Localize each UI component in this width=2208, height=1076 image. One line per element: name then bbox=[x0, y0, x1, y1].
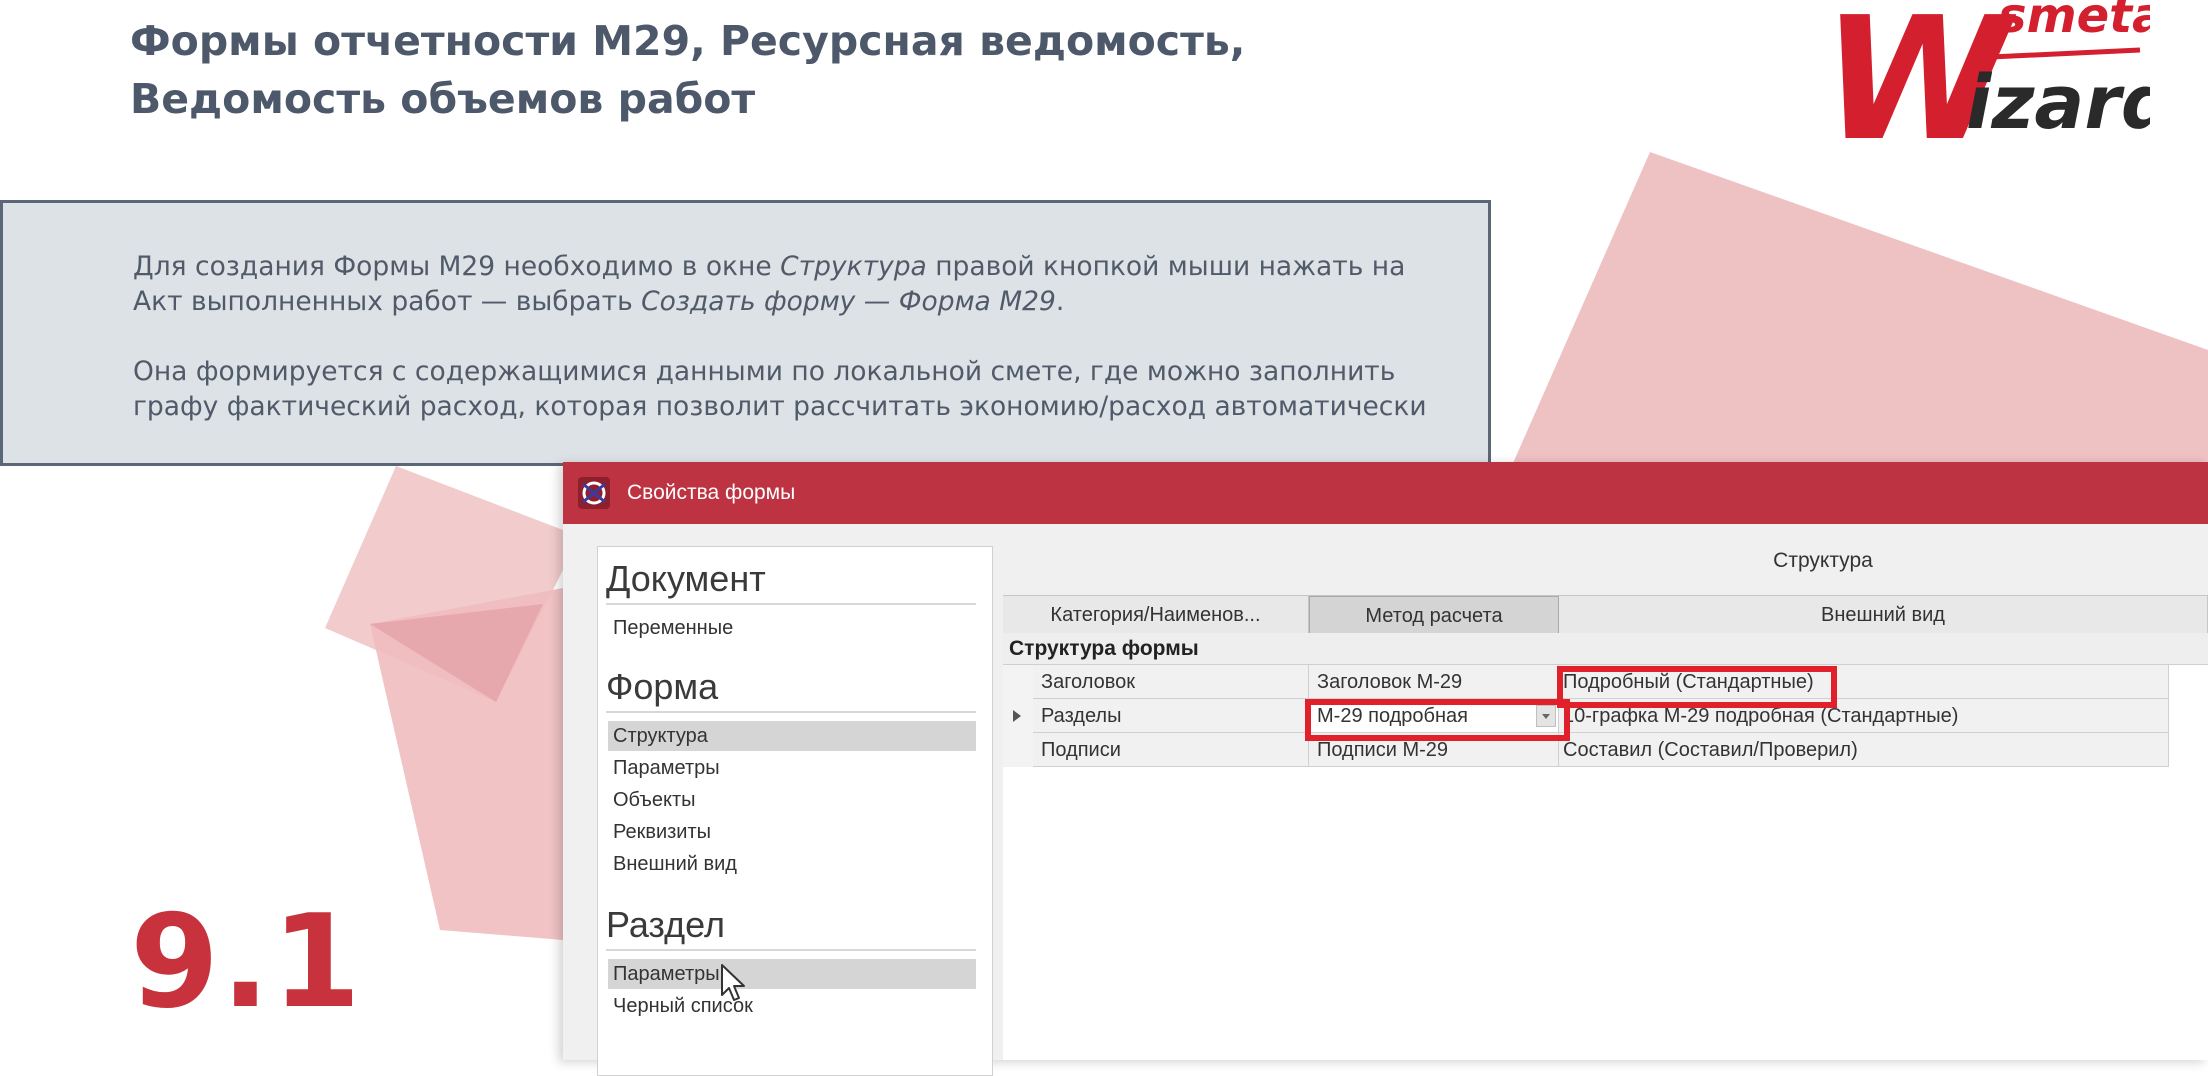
smeta-wizard-logo: W smeta izard bbox=[1820, 0, 2150, 150]
nav-item-section-parameters[interactable]: Параметры bbox=[608, 959, 976, 989]
row-pointer-icon bbox=[1013, 710, 1021, 722]
cell-view[interactable]: Составил (Составил/Проверил) bbox=[1559, 733, 2169, 767]
cell-method-dropdown[interactable]: М-29 подробная bbox=[1309, 699, 1559, 733]
column-tabs: Категория/Наименов... Метод расчета Внеш… bbox=[1003, 595, 2208, 635]
nav-panel: Документ Переменные Форма Структура Пара… bbox=[597, 546, 993, 1076]
cell-method[interactable]: Заголовок М-29 bbox=[1309, 665, 1559, 699]
info-text: Для создания Формы М29 необходимо в окне bbox=[133, 251, 781, 282]
form-properties-window: Свойства формы Документ Переменные Форма… bbox=[563, 462, 2208, 1076]
cell-name[interactable]: Подписи bbox=[1033, 733, 1309, 767]
cell-view[interactable]: 10-графка М-29 подробная (Стандартные) bbox=[1559, 699, 2169, 733]
row-indicator[interactable] bbox=[1003, 699, 1034, 733]
nav-item-variables[interactable]: Переменные bbox=[608, 613, 976, 643]
row-indicator[interactable] bbox=[1003, 665, 1034, 699]
tab-appearance[interactable]: Внешний вид bbox=[1559, 596, 2208, 634]
tab-category-name[interactable]: Категория/Наименов... bbox=[1003, 596, 1309, 634]
row-indicator[interactable] bbox=[1003, 733, 1034, 767]
info-emphasis: Создать форму — Форма М29 bbox=[641, 286, 1056, 317]
logo-word-bottom: izard bbox=[1966, 60, 2150, 146]
info-text: . bbox=[1055, 286, 1065, 317]
info-text: Акт выполненных работ — выбрать bbox=[133, 286, 642, 317]
slide-title-line-1: Формы отчетности М29, Ресурсная ведомост… bbox=[130, 17, 1246, 65]
logo-word-top: smeta bbox=[1998, 0, 2150, 44]
tab-calculation-method[interactable]: Метод расчета bbox=[1309, 596, 1559, 634]
nav-item-appearance[interactable]: Внешний вид bbox=[608, 849, 976, 879]
info-paragraph-1: Для создания Формы М29 необходимо в окне… bbox=[133, 249, 1473, 319]
cell-method-value: М-29 подробная bbox=[1317, 705, 1469, 727]
content-title: Структура bbox=[1773, 549, 1873, 572]
info-text: правой кнопкой мыши нажать на bbox=[926, 251, 1406, 282]
slide-title: Формы отчетности М29, Ресурсная ведомост… bbox=[130, 12, 1245, 128]
table-row[interactable]: Подписи Подписи М-29 Составил (Составил/… bbox=[1003, 733, 2208, 767]
cell-name[interactable]: Заголовок bbox=[1033, 665, 1309, 699]
window-title: Свойства формы bbox=[627, 481, 796, 504]
nav-item-blacklist[interactable]: Черный список bbox=[608, 991, 976, 1021]
window-titlebar[interactable]: Свойства формы bbox=[563, 462, 2208, 524]
cell-name[interactable]: Разделы bbox=[1033, 699, 1309, 733]
nav-header-form: Форма bbox=[606, 665, 976, 713]
info-text: Она формируется с содержащимися данными … bbox=[133, 356, 1396, 387]
nav-header-document: Документ bbox=[606, 557, 976, 605]
nav-item-parameters[interactable]: Параметры bbox=[608, 753, 976, 783]
nav-header-section: Раздел bbox=[606, 903, 976, 951]
window-app-icon bbox=[578, 477, 610, 509]
slide-title-line-2: Ведомость объемов работ bbox=[130, 75, 756, 123]
info-box: Для создания Формы М29 необходимо в окне… bbox=[0, 200, 1491, 466]
info-emphasis: Структура bbox=[780, 251, 927, 282]
mouse-cursor-icon bbox=[721, 964, 745, 1001]
nav-item-requisites[interactable]: Реквизиты bbox=[608, 817, 976, 847]
structure-grid: Структура формы Заголовок Заголовок М-29… bbox=[1003, 633, 2208, 1060]
group-row-form-structure[interactable]: Структура формы bbox=[1003, 633, 2208, 665]
info-text: графу фактический расход, которая позвол… bbox=[133, 391, 1427, 422]
nav-item-structure[interactable]: Структура bbox=[608, 721, 976, 751]
cell-method[interactable]: Подписи М-29 bbox=[1309, 733, 1559, 767]
table-row[interactable]: Разделы М-29 подробная 10-графка М-29 по… bbox=[1003, 699, 2208, 733]
section-number: 9.1 bbox=[130, 888, 363, 1037]
table-row[interactable]: Заголовок Заголовок М-29 Подробный (Стан… bbox=[1003, 665, 2208, 699]
info-paragraph-2: Она формируется с содержащимися данными … bbox=[133, 354, 1473, 424]
nav-item-objects[interactable]: Объекты bbox=[608, 785, 976, 815]
dropdown-arrow-icon[interactable] bbox=[1536, 705, 1556, 727]
cell-view[interactable]: Подробный (Стандартные) bbox=[1559, 665, 2169, 699]
